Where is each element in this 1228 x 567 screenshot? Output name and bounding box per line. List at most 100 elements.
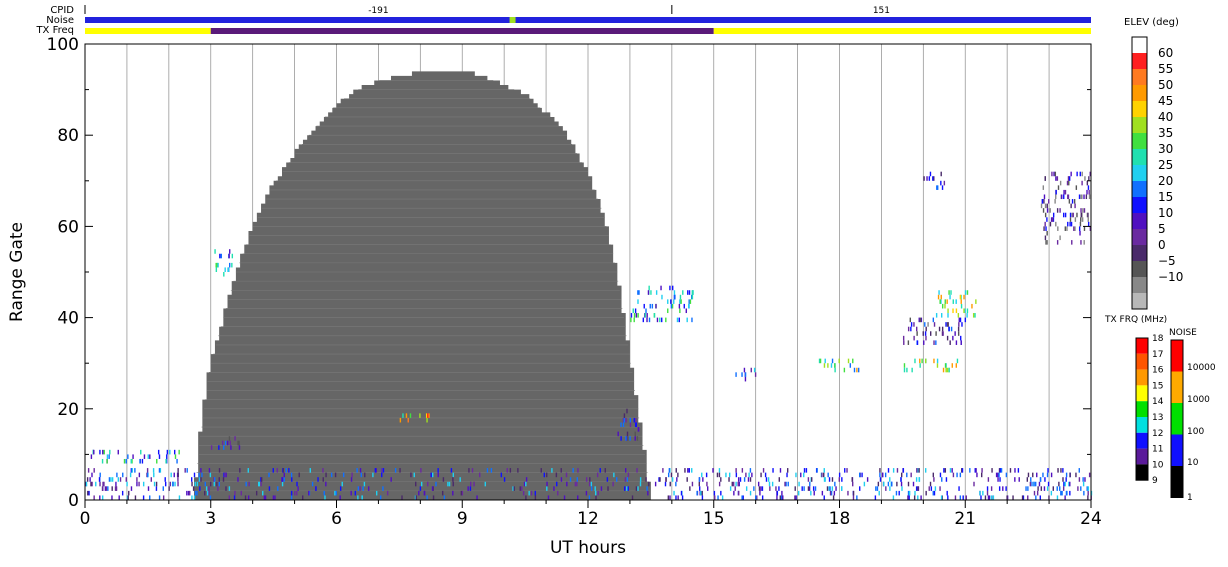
scatter-point xyxy=(834,367,836,373)
scatter-point xyxy=(119,477,122,482)
scatter-point xyxy=(193,495,196,500)
scatter-point xyxy=(409,413,412,418)
scatter-point xyxy=(1083,208,1086,213)
elev-label: 15 xyxy=(1158,190,1173,204)
scatter-point xyxy=(227,440,229,446)
scatter-point xyxy=(1026,477,1029,482)
scatter-point xyxy=(106,458,108,464)
scatter-point xyxy=(718,472,721,478)
scatter-point xyxy=(949,468,952,473)
scatter-point xyxy=(156,458,158,464)
scatter-point xyxy=(794,486,796,491)
scatter-point xyxy=(1006,495,1008,500)
txfreq-segment xyxy=(85,28,211,34)
scatter-point xyxy=(636,436,639,441)
scatter-point xyxy=(828,477,831,482)
scatter-point xyxy=(737,490,740,496)
scatter-point xyxy=(671,303,674,309)
x-tick-label: 21 xyxy=(954,509,976,529)
scatter-point xyxy=(95,481,97,487)
elev-color-cell xyxy=(1132,149,1147,165)
scatter-point xyxy=(1062,477,1064,482)
scatter-point xyxy=(172,481,174,487)
scatter-point xyxy=(1050,490,1053,496)
scatter-point xyxy=(731,481,733,487)
scatter-point xyxy=(1002,486,1004,491)
scatter-point xyxy=(1056,486,1058,491)
scatter-point xyxy=(956,358,959,364)
scatter-point xyxy=(803,486,805,491)
scatter-point xyxy=(737,481,739,487)
scatter-point xyxy=(648,317,651,323)
scatter-point xyxy=(834,481,836,487)
scatter-point xyxy=(229,249,231,254)
scatter-point xyxy=(534,490,537,496)
scatter-point xyxy=(606,477,609,482)
scatter-point xyxy=(209,472,212,478)
scatter-point xyxy=(199,486,201,491)
scatter-point xyxy=(361,495,363,500)
scatter-point xyxy=(1046,203,1048,209)
scatter-point xyxy=(442,477,445,482)
scatter-point xyxy=(521,486,523,491)
scatter-point xyxy=(632,308,634,314)
scatter-point xyxy=(691,317,693,323)
scatter-point xyxy=(1055,176,1057,181)
scatter-point xyxy=(415,481,417,487)
scatter-point xyxy=(669,481,671,487)
scatter-point xyxy=(513,486,515,491)
scatter-point xyxy=(1079,221,1082,227)
scatter-point xyxy=(218,468,221,473)
scatter-point xyxy=(786,472,788,478)
noise-label: 10000 xyxy=(1187,363,1216,373)
scatter-point xyxy=(679,299,681,304)
scatter-point xyxy=(1064,495,1066,500)
scatter-point xyxy=(942,331,944,336)
scatter-point xyxy=(676,477,678,482)
scatter-point xyxy=(940,171,942,177)
scatter-point xyxy=(1069,217,1072,222)
scatter-point xyxy=(215,262,217,268)
scatter-point xyxy=(452,477,454,482)
scatter-point xyxy=(918,477,921,482)
scatter-point xyxy=(705,472,708,478)
scatter-point xyxy=(734,486,736,491)
scatter-point xyxy=(165,458,167,464)
scatter-point xyxy=(239,468,241,473)
scatter-point xyxy=(737,477,740,482)
scatter-point xyxy=(1047,481,1050,487)
scatter-point xyxy=(1051,217,1054,222)
scatter-point xyxy=(1066,490,1068,496)
scatter-point xyxy=(209,481,212,487)
scatter-point xyxy=(761,486,764,491)
noise-label: 100 xyxy=(1187,427,1204,437)
scatter-point xyxy=(509,468,512,473)
scatter-point xyxy=(954,331,956,336)
scatter-point xyxy=(946,490,948,496)
scatter-point xyxy=(644,313,647,318)
scatter-point xyxy=(980,495,982,500)
scatter-point xyxy=(126,481,128,487)
scatter-point xyxy=(1083,490,1085,496)
scatter-point xyxy=(744,376,747,382)
scatter-point xyxy=(1070,171,1072,177)
scatter-point xyxy=(426,495,428,500)
scatter-point xyxy=(969,468,971,473)
scatter-point xyxy=(990,486,993,491)
scatter-point xyxy=(748,472,750,478)
scatter-point xyxy=(268,472,270,478)
scatter-point xyxy=(1062,212,1065,218)
scatter-point xyxy=(721,495,724,500)
scatter-point xyxy=(941,477,943,482)
scatter-point xyxy=(1056,208,1059,213)
scatter-point xyxy=(638,290,640,295)
scatter-point xyxy=(1060,490,1062,496)
scatter-point xyxy=(585,490,588,496)
scatter-point xyxy=(413,472,415,478)
scatter-point xyxy=(674,294,676,300)
scatter-point xyxy=(1035,495,1037,500)
scatter-point xyxy=(551,468,553,473)
scatter-point xyxy=(1043,226,1045,231)
scatter-point xyxy=(972,313,975,318)
scatter-point xyxy=(741,372,743,377)
